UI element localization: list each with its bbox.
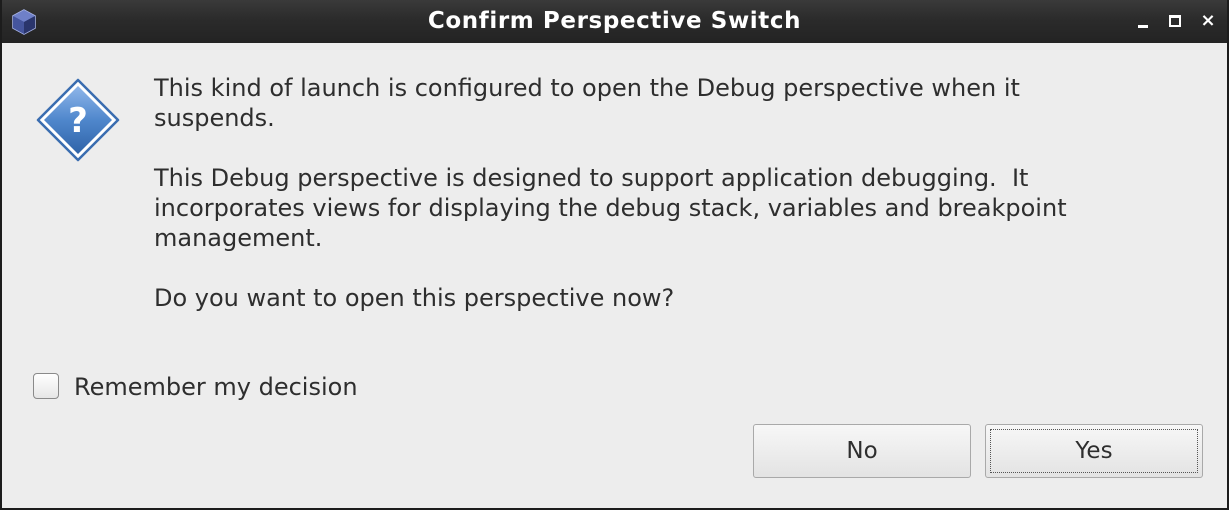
minimize-button[interactable] bbox=[1133, 10, 1155, 32]
dialog-message: This kind of launch is configured to ope… bbox=[154, 73, 1194, 343]
no-button-label: No bbox=[846, 438, 878, 464]
title-bar[interactable]: Confirm Perspective Switch × bbox=[2, 0, 1227, 43]
message-paragraph-question: Do you want to open this perspective now… bbox=[154, 284, 675, 312]
yes-button[interactable]: Yes bbox=[985, 424, 1203, 478]
remember-decision-label[interactable]: Remember my decision bbox=[74, 371, 358, 403]
question-glyph: ? bbox=[68, 101, 88, 141]
window-title: Confirm Perspective Switch bbox=[427, 8, 802, 34]
message-paragraph-launch: This kind of launch is configured to ope… bbox=[154, 74, 1020, 132]
remember-decision-checkbox[interactable] bbox=[33, 373, 59, 399]
close-button[interactable]: × bbox=[1197, 10, 1219, 32]
minimize-icon bbox=[1138, 25, 1148, 28]
close-icon: × bbox=[1200, 10, 1216, 31]
message-paragraph-description: This Debug perspective is designed to su… bbox=[154, 164, 1067, 252]
yes-button-label: Yes bbox=[1075, 438, 1113, 464]
maximize-icon bbox=[1169, 15, 1181, 27]
no-button[interactable]: No bbox=[753, 424, 971, 478]
maximize-button[interactable] bbox=[1165, 10, 1187, 32]
question-icon: ? bbox=[36, 78, 120, 162]
confirm-perspective-switch-dialog: Confirm Perspective Switch × ? This kind… bbox=[0, 0, 1229, 510]
